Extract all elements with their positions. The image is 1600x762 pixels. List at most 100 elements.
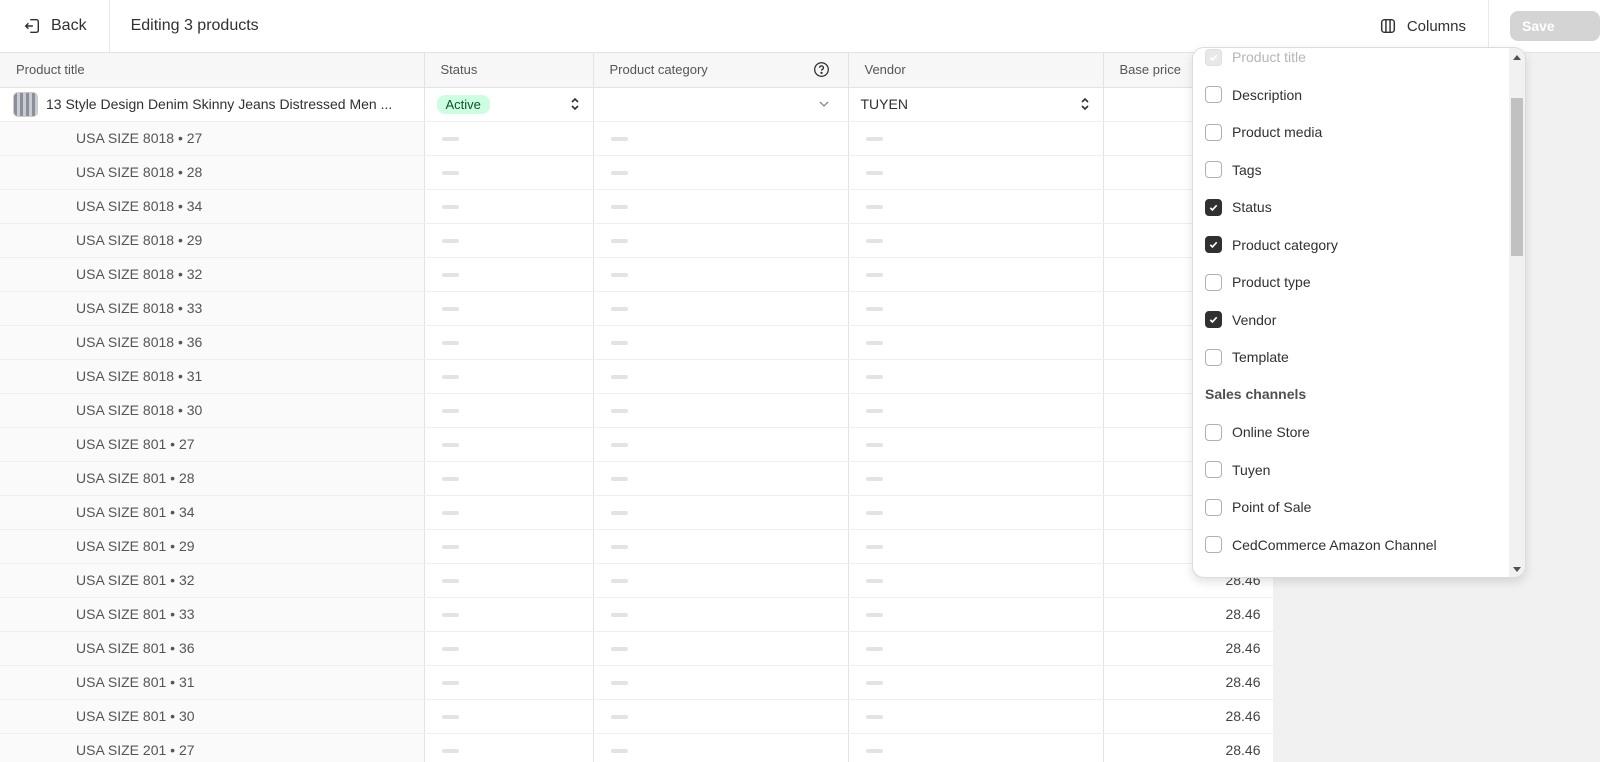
scroll-down-arrow-icon[interactable]	[1513, 567, 1521, 572]
empty-dash	[610, 477, 628, 482]
variant-title-cell[interactable]: USA SIZE 8018 • 30	[0, 393, 425, 428]
variant-title-cell[interactable]: USA SIZE 801 • 28	[0, 461, 425, 496]
columns-button[interactable]: Columns	[1379, 0, 1489, 53]
column-option-description[interactable]: Description	[1205, 83, 1302, 107]
help-icon[interactable]	[813, 61, 830, 78]
variant-title: USA SIZE 8018 • 28	[76, 164, 203, 180]
checkbox[interactable]	[1205, 161, 1222, 178]
variant-title-cell[interactable]: USA SIZE 801 • 29	[0, 529, 425, 564]
variant-title-cell[interactable]: USA SIZE 801 • 33	[0, 597, 425, 632]
variant-title-cell[interactable]: USA SIZE 801 • 32	[0, 563, 425, 598]
status-cell	[424, 325, 594, 360]
variant-title-cell[interactable]: USA SIZE 8018 • 27	[0, 121, 425, 156]
variant-title-cell[interactable]: USA SIZE 801 • 31	[0, 665, 425, 700]
checkbox[interactable]	[1205, 273, 1222, 291]
column-option-product-type[interactable]: Product type	[1205, 270, 1311, 294]
price-cell[interactable]: 28.46	[1103, 597, 1273, 632]
empty-dash	[441, 409, 459, 414]
empty-dash	[865, 681, 883, 686]
checkbox[interactable]	[1205, 123, 1222, 141]
back-button[interactable]: Back	[0, 0, 110, 53]
variant-title-cell[interactable]: USA SIZE 8018 • 28	[0, 155, 425, 190]
column-option-status[interactable]: Status	[1205, 195, 1272, 219]
price-cell[interactable]: 28.46	[1103, 699, 1273, 734]
empty-dash	[441, 205, 459, 210]
empty-dash	[865, 205, 883, 210]
price-cell[interactable]: 28.46	[1103, 665, 1273, 700]
vendor-cell	[848, 257, 1104, 292]
variant-title-cell[interactable]: USA SIZE 8018 • 33	[0, 291, 425, 326]
column-option-vendor[interactable]: Vendor	[1205, 308, 1276, 332]
variant-title: USA SIZE 8018 • 34	[76, 198, 203, 214]
vendor-cell[interactable]: TUYEN	[848, 87, 1104, 122]
checkbox[interactable]	[1205, 236, 1222, 253]
variant-title: USA SIZE 801 • 30	[76, 708, 195, 724]
column-option-cedcommerce-amazon-channel[interactable]: CedCommerce Amazon Channel	[1205, 533, 1437, 557]
checkbox[interactable]	[1205, 423, 1222, 441]
option-label: Description	[1232, 86, 1303, 103]
variant-title-cell[interactable]: USA SIZE 8018 • 32	[0, 257, 425, 292]
category-cell[interactable]	[593, 87, 849, 122]
column-option-tuyen[interactable]: Tuyen	[1205, 458, 1270, 482]
category-cell	[593, 427, 849, 462]
vendor-cell	[848, 155, 1104, 190]
variant-title: USA SIZE 8018 • 33	[76, 300, 203, 316]
empty-dash	[865, 443, 883, 448]
checkbox[interactable]	[1205, 498, 1222, 516]
header-status[interactable]: Status	[424, 53, 594, 88]
column-option-tags[interactable]: Tags	[1205, 158, 1262, 182]
variant-title-cell[interactable]: USA SIZE 801 • 27	[0, 427, 425, 462]
status-cell	[424, 563, 594, 598]
dropdown-scrollbar[interactable]	[1509, 48, 1525, 577]
empty-dash	[865, 647, 883, 652]
variant-title-cell[interactable]: USA SIZE 8018 • 34	[0, 189, 425, 224]
variant-title-cell[interactable]: USA SIZE 801 • 36	[0, 631, 425, 666]
empty-dash	[441, 171, 459, 176]
price-cell[interactable]: 28.46	[1103, 733, 1273, 762]
checkbox[interactable]	[1205, 536, 1222, 553]
variant-title-cell[interactable]: USA SIZE 8018 • 29	[0, 223, 425, 258]
status-cell	[424, 699, 594, 734]
variant-title-cell[interactable]: USA SIZE 801 • 34	[0, 495, 425, 530]
variant-title-cell[interactable]: USA SIZE 8018 • 36	[0, 325, 425, 360]
variant-title-cell[interactable]: USA SIZE 801 • 30	[0, 699, 425, 734]
empty-dash	[865, 239, 883, 244]
empty-dash	[865, 273, 883, 278]
column-option-online-store[interactable]: Online Store	[1205, 420, 1310, 444]
header-product-category[interactable]: Product category	[593, 53, 849, 88]
checkbox[interactable]	[1205, 461, 1222, 478]
empty-dash	[610, 239, 628, 244]
category-cell	[593, 189, 849, 224]
vendor-cell	[848, 427, 1104, 462]
header-product-title[interactable]: Product title	[0, 53, 425, 88]
checkbox[interactable]	[1205, 86, 1222, 103]
checkbox[interactable]	[1205, 311, 1222, 328]
empty-dash	[441, 511, 459, 516]
checkbox[interactable]	[1205, 198, 1222, 216]
header-row: Product title Status Product category Ve…	[0, 53, 1273, 88]
empty-dash	[865, 715, 883, 720]
variant-title-cell[interactable]: USA SIZE 201 • 27	[0, 733, 425, 762]
column-option-template[interactable]: Template	[1205, 345, 1289, 369]
column-option-product-media[interactable]: Product media	[1205, 120, 1322, 144]
variant-title-cell[interactable]: USA SIZE 8018 • 31	[0, 359, 425, 394]
scroll-up-arrow-icon[interactable]	[1513, 55, 1521, 60]
empty-dash	[441, 715, 459, 720]
category-cell	[593, 461, 849, 496]
column-option-product-category[interactable]: Product category	[1205, 233, 1338, 257]
product-title-cell[interactable]: 13 Style Design Denim Skinny Jeans Distr…	[0, 87, 425, 122]
checkbox[interactable]	[1205, 348, 1222, 366]
empty-dash	[610, 341, 628, 346]
scroll-thumb[interactable]	[1511, 98, 1523, 256]
save-button[interactable]: Save	[1510, 11, 1600, 41]
empty-dash	[610, 205, 628, 210]
status-cell	[424, 529, 594, 564]
empty-dash	[441, 375, 459, 380]
header-vendor[interactable]: Vendor	[848, 53, 1104, 88]
category-cell	[593, 325, 849, 360]
status-cell[interactable]: Active	[424, 87, 594, 122]
category-cell	[593, 495, 849, 530]
variant-row: USA SIZE 801 • 36 28.46	[0, 631, 1273, 666]
price-cell[interactable]: 28.46	[1103, 631, 1273, 666]
column-option-point-of-sale[interactable]: Point of Sale	[1205, 495, 1311, 519]
